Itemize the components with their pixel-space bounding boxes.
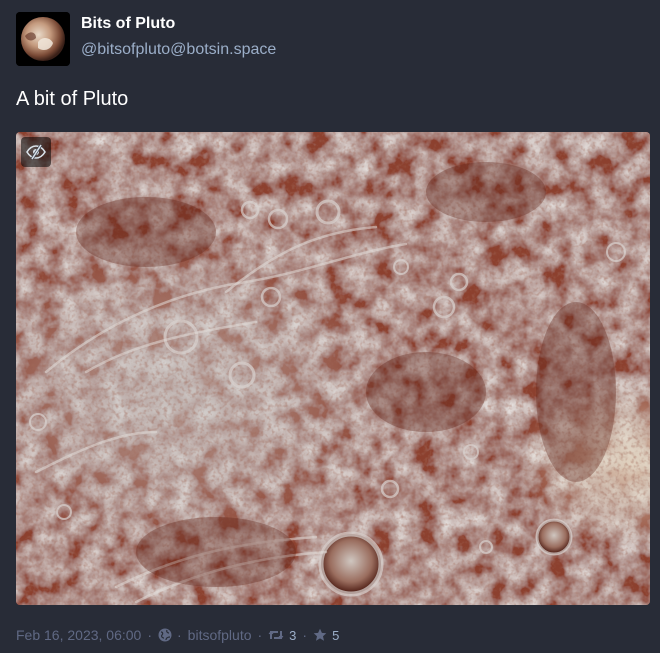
pluto-surface-image [16,132,650,605]
media-attachment[interactable] [16,132,650,605]
separator: · [302,627,308,643]
boost-count: 3 [289,627,297,643]
status-timestamp[interactable]: Feb 16, 2023, 06:00 [16,627,141,643]
avatar[interactable] [16,12,70,66]
retweet-icon[interactable] [268,629,284,641]
separator: · [147,627,152,643]
hide-media-button[interactable] [21,137,51,167]
display-name[interactable]: Bits of Pluto [81,15,175,33]
star-icon[interactable] [313,628,327,642]
application-link[interactable]: bitsofpluto [188,627,252,643]
separator: · [177,627,182,643]
status-text: A bit of Pluto [16,88,129,110]
favourite-count: 5 [332,627,340,643]
pluto-avatar-icon [16,12,70,66]
status-meta: Feb 16, 2023, 06:00 · · bitsofpluto · 3 … [16,625,339,645]
account-handle[interactable]: @bitsofpluto@botsin.space [81,41,276,59]
globe-icon [158,628,172,642]
eye-slash-icon [26,144,46,160]
status-card: Bits of Pluto @bitsofpluto@botsin.space … [0,0,660,653]
separator: · [257,627,263,643]
